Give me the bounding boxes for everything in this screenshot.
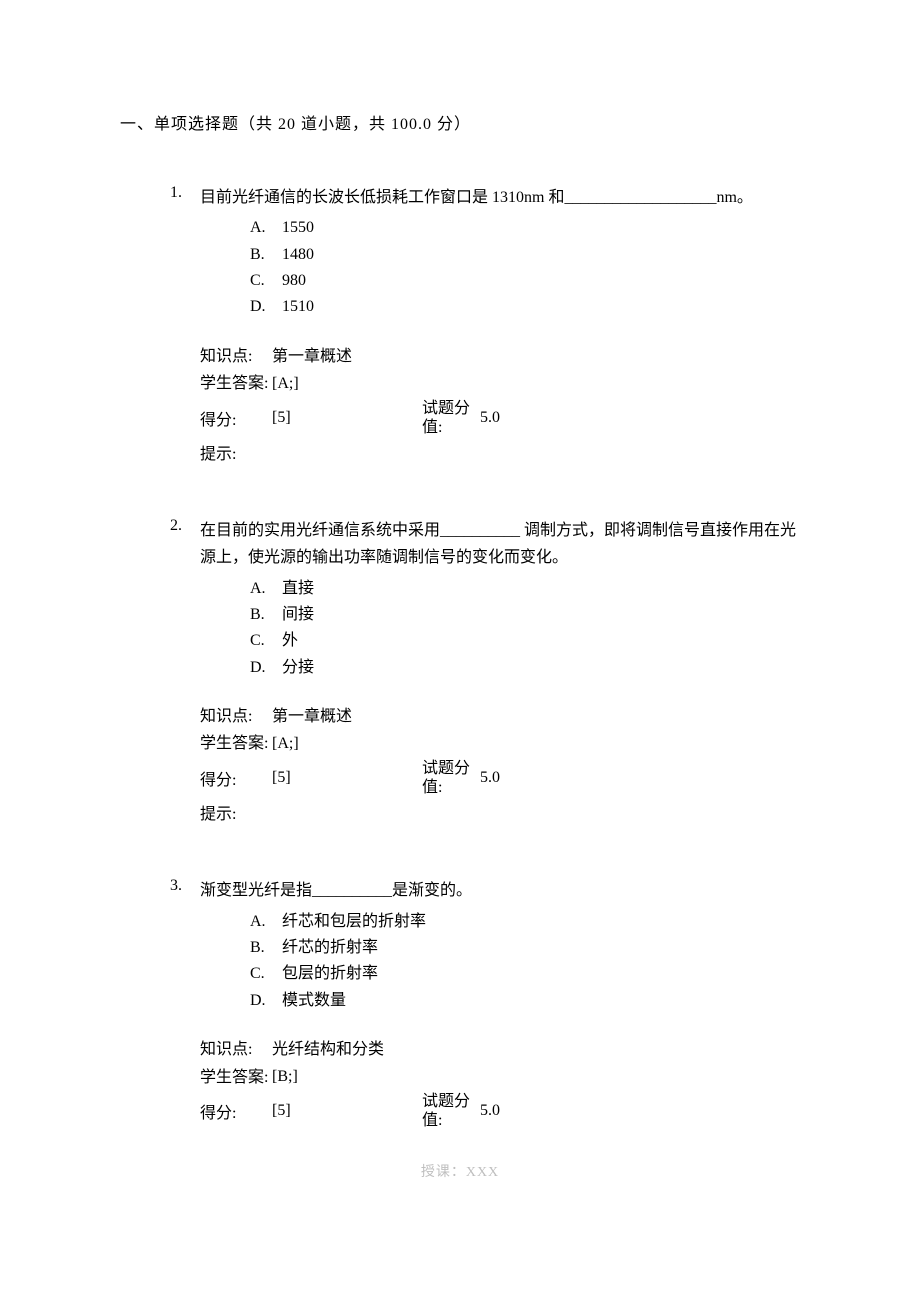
meta-table: 知识点: 第一章概述 学生答案: [A;] 得分: [5] 试题分值: 5.0 … (200, 699, 800, 827)
option-a: A.1550 (250, 215, 800, 241)
question-stem: 渐变型光纤是指__________是渐变的。 (200, 877, 800, 904)
option-text: 纤芯和包层的折射率 (282, 909, 426, 935)
knowledge-point-value: 光纤结构和分类 (272, 1035, 422, 1059)
score-value: [5] (272, 769, 422, 787)
option-letter: C. (250, 961, 282, 987)
footer-text: 授课：XXX (120, 1161, 800, 1181)
hint-label: 提示: (200, 440, 272, 464)
question-stem: 目前光纤通信的长波长低损耗工作窗口是 1310nm 和_____________… (200, 184, 800, 211)
meta-table: 知识点: 光纤结构和分类 学生答案: [B;] 得分: [5] 试题分值: 5.… (200, 1032, 800, 1130)
option-b: B.1480 (250, 242, 800, 268)
knowledge-point-label: 知识点: (200, 1035, 272, 1059)
student-answer-value: [A;] (272, 735, 422, 753)
score-value: [5] (272, 1102, 422, 1120)
student-answer-value: [B;] (272, 1068, 422, 1086)
page-container: 一、单项选择题（共 20 道小题，共 100.0 分） 1. 目前光纤通信的长波… (0, 0, 920, 1221)
score-label: 得分: (200, 1099, 272, 1123)
item-score-value: 5.0 (480, 409, 500, 427)
student-answer-value: [A;] (272, 375, 422, 393)
option-text: 纤芯的折射率 (282, 935, 378, 961)
option-text: 980 (282, 268, 306, 294)
options-list: A.1550 B.1480 C.980 D.1510 (250, 215, 800, 321)
question-1: 1. 目前光纤通信的长波长低损耗工作窗口是 1310nm 和__________… (170, 184, 800, 467)
question-3: 3. 渐变型光纤是指__________是渐变的。 A.纤芯和包层的折射率 B.… (170, 877, 800, 1130)
option-text: 1510 (282, 294, 314, 320)
option-d: D.分接 (250, 655, 800, 681)
option-letter: B. (250, 602, 282, 628)
option-c: C.980 (250, 268, 800, 294)
option-a: A.纤芯和包层的折射率 (250, 909, 800, 935)
meta-table: 知识点: 第一章概述 学生答案: [A;] 得分: [5] 试题分值: 5.0 … (200, 339, 800, 467)
option-text: 间接 (282, 602, 314, 628)
option-text: 模式数量 (282, 988, 346, 1014)
student-answer-label: 学生答案: (200, 734, 272, 753)
option-letter: D. (250, 294, 282, 320)
item-score-value: 5.0 (480, 1102, 500, 1120)
option-text: 直接 (282, 576, 314, 602)
option-c: C.外 (250, 628, 800, 654)
option-letter: B. (250, 242, 282, 268)
knowledge-point-value: 第一章概述 (272, 702, 422, 726)
knowledge-point-value: 第一章概述 (272, 342, 422, 366)
item-score-value: 5.0 (480, 769, 500, 787)
question-2: 2. 在目前的实用光纤通信系统中采用__________ 调制方式，即将调制信号… (170, 517, 800, 827)
option-letter: D. (250, 655, 282, 681)
section-title: 一、单项选择题（共 20 道小题，共 100.0 分） (120, 110, 800, 134)
student-answer-label: 学生答案: (200, 374, 272, 393)
item-score-label: 试题分值: (422, 399, 480, 437)
option-a: A.直接 (250, 576, 800, 602)
hint-label: 提示: (200, 800, 272, 824)
option-letter: D. (250, 988, 282, 1014)
option-letter: A. (250, 909, 282, 935)
option-c: C.包层的折射率 (250, 961, 800, 987)
question-stem: 在目前的实用光纤通信系统中采用__________ 调制方式，即将调制信号直接作… (200, 517, 800, 571)
question-number: 1. (170, 184, 200, 202)
option-letter: B. (250, 935, 282, 961)
option-letter: A. (250, 576, 282, 602)
option-text: 分接 (282, 655, 314, 681)
options-list: A.纤芯和包层的折射率 B.纤芯的折射率 C.包层的折射率 D.模式数量 (250, 909, 800, 1015)
option-text: 1480 (282, 242, 314, 268)
option-d: D.1510 (250, 294, 800, 320)
student-answer-label: 学生答案: (200, 1068, 272, 1087)
question-number: 2. (170, 517, 200, 535)
item-score-label: 试题分值: (422, 759, 480, 797)
knowledge-point-label: 知识点: (200, 342, 272, 366)
option-letter: A. (250, 215, 282, 241)
option-letter: C. (250, 628, 282, 654)
option-b: B.间接 (250, 602, 800, 628)
score-label: 得分: (200, 406, 272, 430)
score-value: [5] (272, 409, 422, 427)
option-b: B.纤芯的折射率 (250, 935, 800, 961)
options-list: A.直接 B.间接 C.外 D.分接 (250, 576, 800, 682)
option-text: 1550 (282, 215, 314, 241)
option-text: 包层的折射率 (282, 961, 378, 987)
option-letter: C. (250, 268, 282, 294)
knowledge-point-label: 知识点: (200, 702, 272, 726)
option-d: D.模式数量 (250, 988, 800, 1014)
question-number: 3. (170, 877, 200, 895)
option-text: 外 (282, 628, 298, 654)
score-label: 得分: (200, 766, 272, 790)
item-score-label: 试题分值: (422, 1092, 480, 1130)
